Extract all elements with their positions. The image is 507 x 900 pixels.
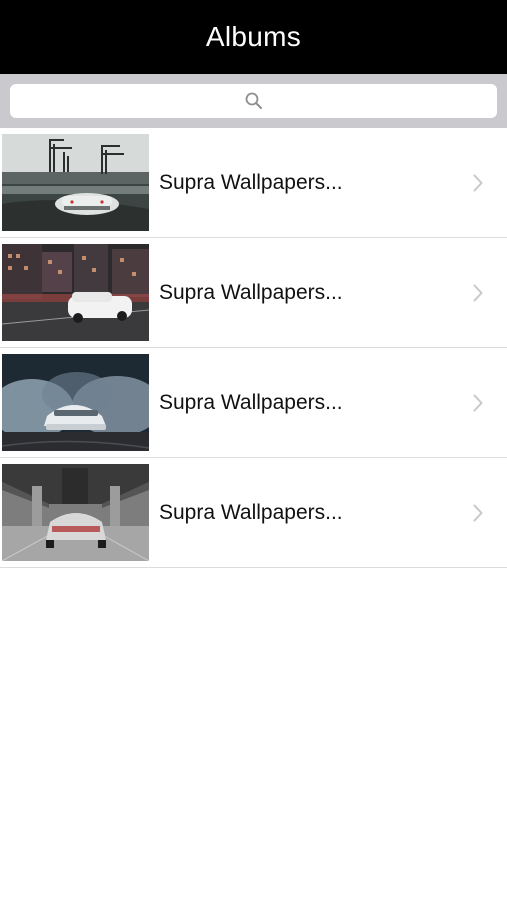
chevron-right-icon: [473, 504, 483, 527]
page-title: Albums: [205, 21, 302, 52]
album-row[interactable]: Supra Wallpapers...: [0, 238, 507, 348]
album-row[interactable]: Supra Wallpapers...: [0, 458, 507, 568]
album-thumbnail: [2, 134, 149, 231]
album-title: Supra Wallpapers...: [159, 500, 343, 524]
album-row[interactable]: Supra Wallpapers...: [0, 128, 507, 238]
app-screen: Albums Supra Wallpapers... Supra Wallpap…: [0, 0, 507, 900]
chevron-right-icon: [473, 284, 483, 307]
album-title: Supra Wallpapers...: [159, 170, 343, 194]
album-title: Supra Wallpapers...: [159, 390, 343, 414]
album-thumbnail: [2, 244, 149, 341]
album-row[interactable]: Supra Wallpapers...: [0, 348, 507, 458]
album-thumbnail: [2, 354, 149, 451]
chevron-right-icon: [473, 174, 483, 197]
navigation-bar: Albums: [0, 0, 507, 74]
chevron-right-icon: [473, 394, 483, 417]
search-icon: [245, 92, 263, 110]
album-title: Supra Wallpapers...: [159, 280, 343, 304]
album-list: Supra Wallpapers... Supra Wallpapers... …: [0, 128, 507, 568]
search-input[interactable]: [10, 84, 497, 118]
search-bar: [0, 74, 507, 128]
album-thumbnail: [2, 464, 149, 561]
